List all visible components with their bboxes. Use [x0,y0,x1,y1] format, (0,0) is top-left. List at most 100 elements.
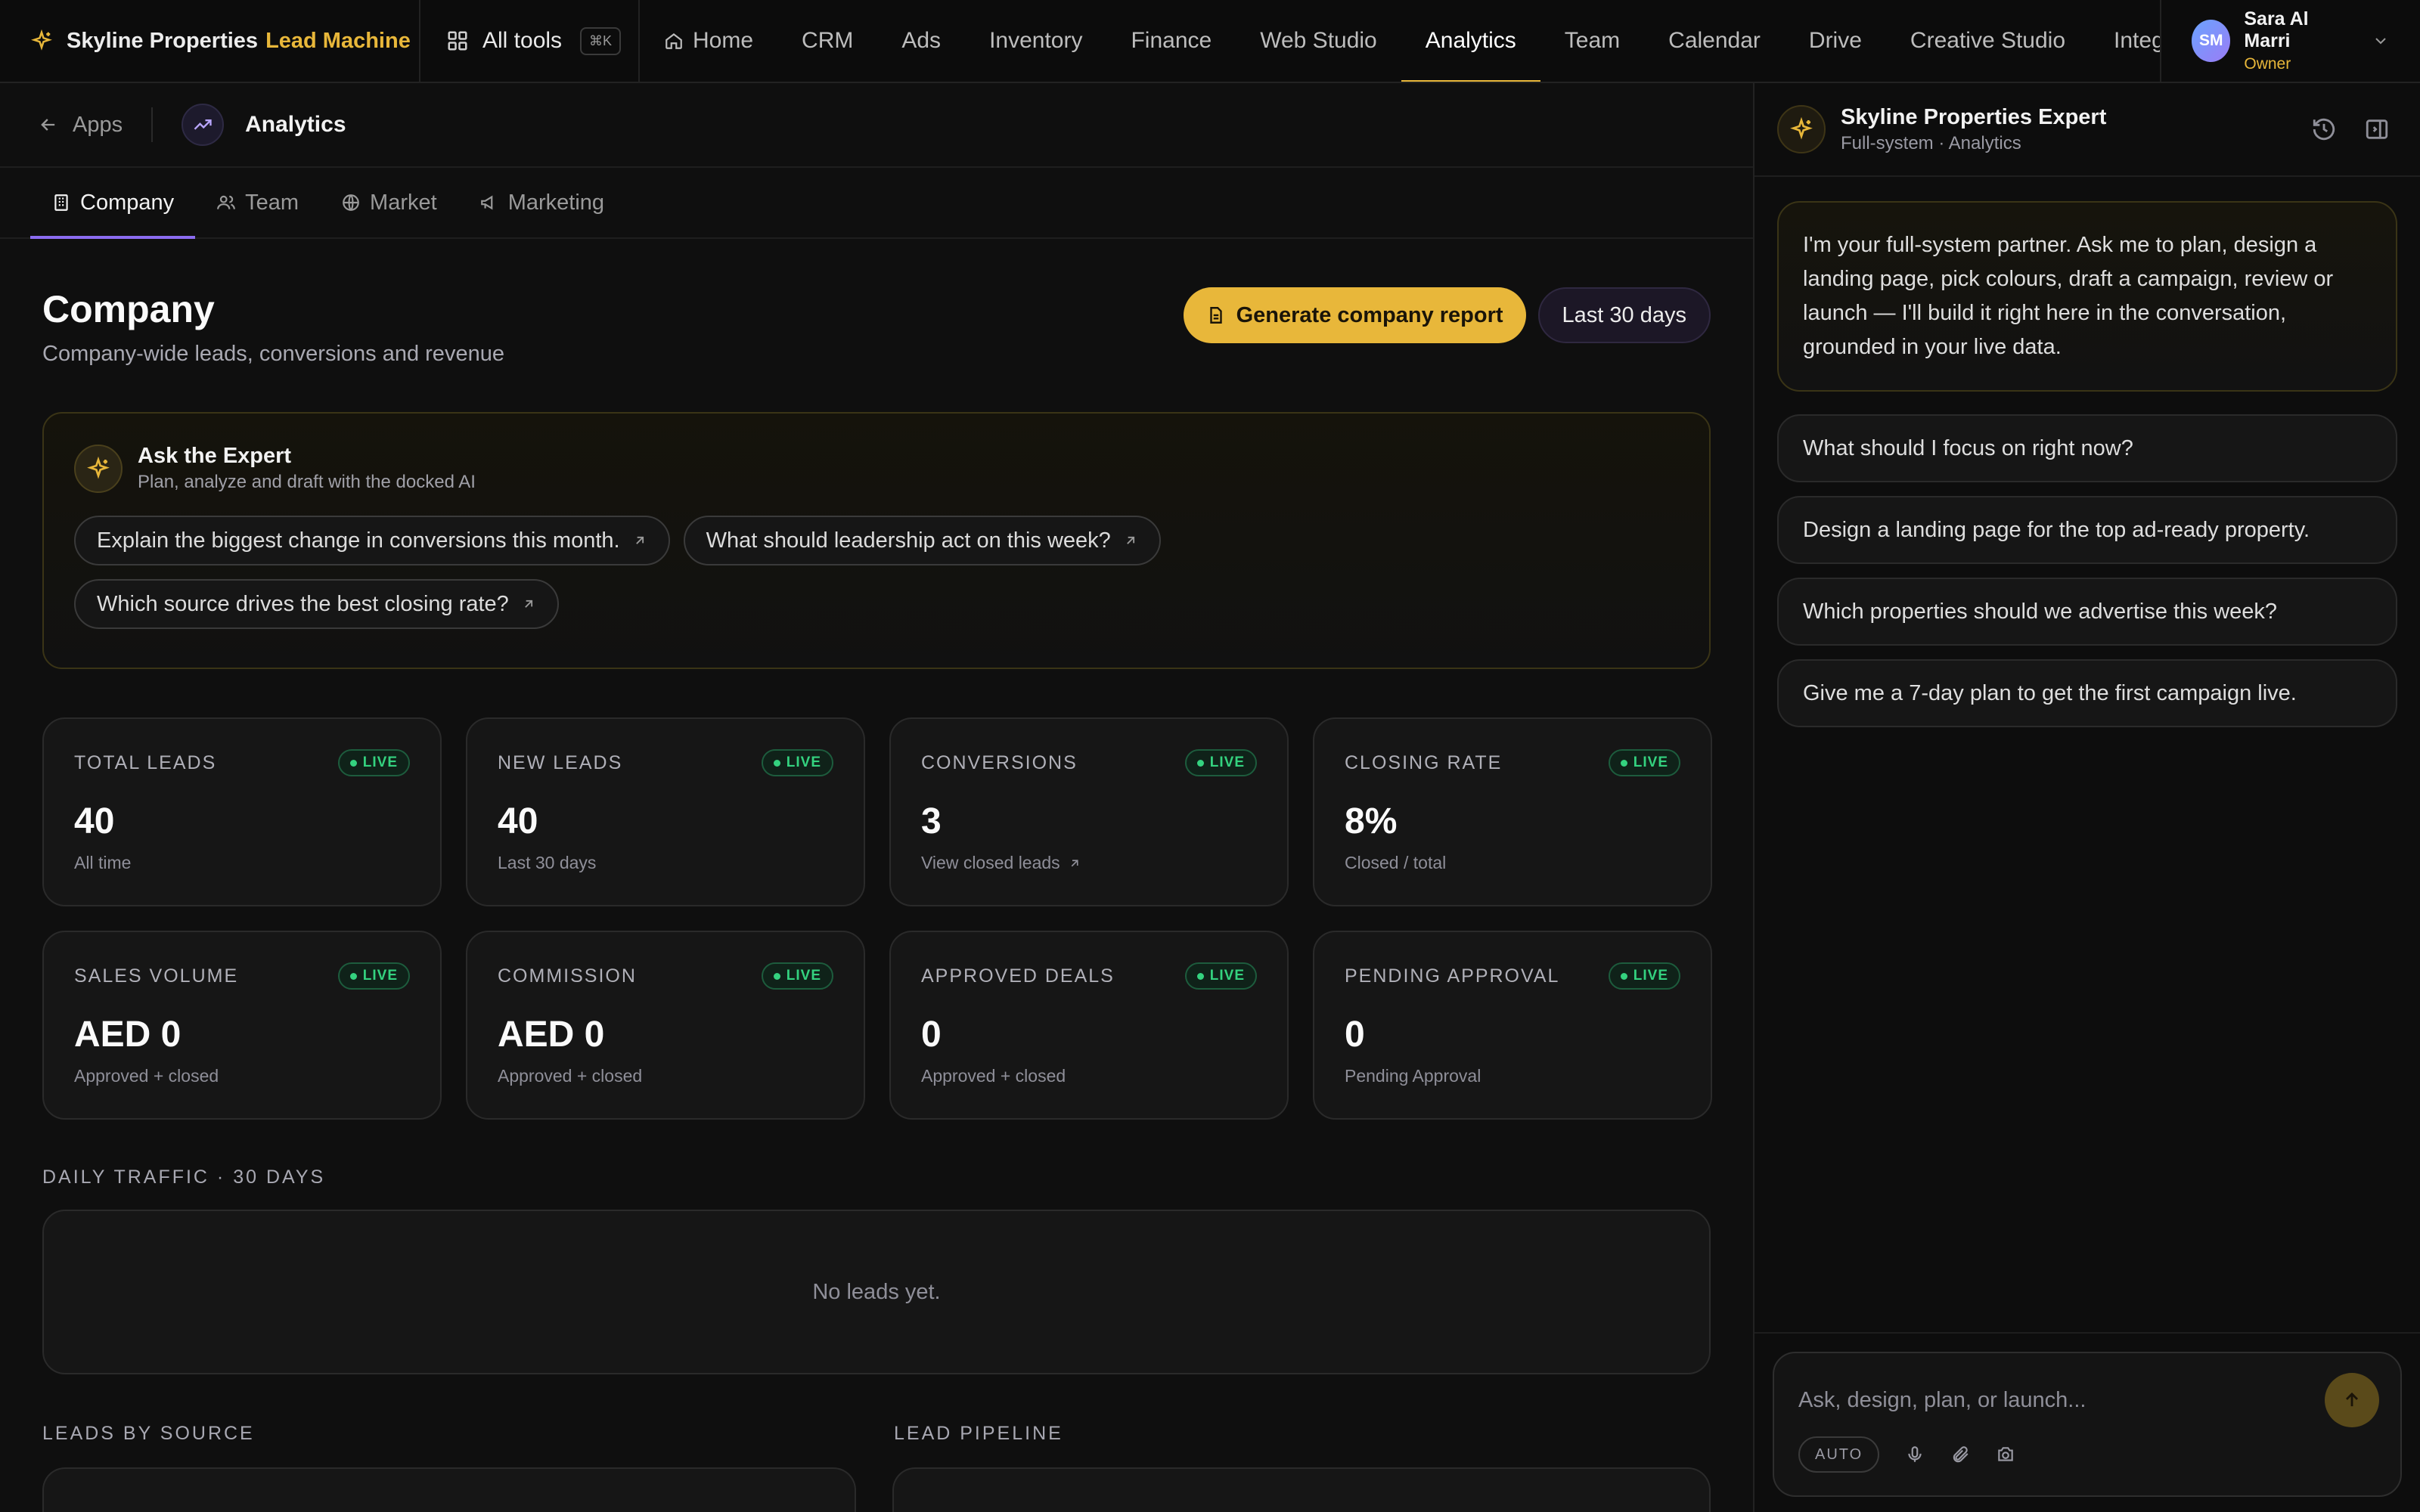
top-navigation: Skyline Properties Lead Machine All tool… [0,0,2420,83]
paperclip-icon[interactable] [1950,1445,1970,1464]
page-title: Company [42,288,215,330]
mode-toggle[interactable]: AUTO [1798,1436,1880,1473]
brand[interactable]: Skyline Properties Lead Machine [0,0,420,82]
live-badge: LIVE [761,962,833,990]
view-closed-leads-link[interactable]: View closed leads [921,853,1257,873]
collapse-panel-icon[interactable] [2364,116,2390,142]
users-icon [216,193,236,212]
document-icon [1206,305,1226,325]
page-content: Company Company-wide leads, conversions … [0,287,1753,1512]
assistant-subtitle: Full-system · Analytics [1841,132,2021,153]
kpi-card-conversions: CONVERSIONS LIVE 3 View closed leads [889,717,1289,906]
tab-team[interactable]: Team [195,168,320,237]
arrow-up-icon [2341,1390,2363,1411]
composer: AUTO [1773,1352,2402,1497]
sparkle-icon [1777,105,1826,153]
live-dot [349,972,357,980]
nav-integrations[interactable]: Integ [2090,0,2161,82]
user-name: Sara Al Marri [2244,8,2309,51]
assistant-conversation: I'm your full-system partner. Ask me to … [1754,177,2420,751]
nav-creative-studio[interactable]: Creative Studio [1886,0,2090,82]
nav-crm[interactable]: CRM [777,0,877,82]
kpi-card-sales-volume: SALES VOLUME LIVE AED 0 Approved + closed [42,931,442,1120]
chat-input[interactable] [1798,1385,2313,1415]
building-icon [51,193,71,212]
arrow-left-icon [38,114,59,135]
kpi-label: CONVERSIONS [921,751,1078,773]
ask-expert-subtitle: Plan, analyze and draft with the docked … [138,472,476,492]
prompt-chip-label: Which source drives the best closing rat… [97,591,509,616]
suggestion-button[interactable]: Which properties should we advertise thi… [1777,578,2397,646]
kpi-label: CLOSING RATE [1345,751,1503,773]
header-actions: Generate company report Last 30 days [1183,287,1711,343]
kpi-card-total-leads: TOTAL LEADS LIVE 40 All time [42,717,442,906]
suggestion-button[interactable]: What should I focus on right now? [1777,414,2397,482]
live-label: LIVE [786,968,821,984]
prompt-chip[interactable]: Explain the biggest change in conversion… [74,516,670,565]
tab-market[interactable]: Market [320,168,458,237]
arrow-up-right-icon [1068,857,1081,870]
kpi-label: NEW LEADS [498,751,623,773]
nav-inventory[interactable]: Inventory [965,0,1106,82]
kpi-note: All time [74,853,410,873]
prompt-chips: Explain the biggest change in conversion… [74,516,1284,629]
user-menu[interactable]: SM Sara Al Marri Owner [2160,0,2420,82]
nav-links: Home CRM Ads Inventory Finance Web Studi… [640,0,2161,82]
kpi-label: PENDING APPROVAL [1345,965,1560,987]
live-label: LIVE [362,968,398,984]
kpi-note-text: Approved + closed [498,1066,643,1086]
nav-drive[interactable]: Drive [1785,0,1886,82]
nav-team[interactable]: Team [1540,0,1644,82]
back-to-apps-link[interactable]: Apps [38,113,123,138]
kpi-note-text: All time [74,853,132,872]
prompt-chip[interactable]: Which source drives the best closing rat… [74,579,559,629]
date-range-button[interactable]: Last 30 days [1537,287,1711,343]
nav-home[interactable]: Home [640,0,777,82]
suggestion-button[interactable]: Design a landing page for the top ad-rea… [1777,496,2397,564]
kpi-value: AED 0 [498,1015,605,1055]
ask-expert-header: Ask the Expert Plan, analyze and draft w… [74,444,1679,493]
kpi-value: 40 [498,801,538,841]
kpi-note: Pending Approval [1345,1066,1680,1086]
bottom-cards [42,1467,1711,1512]
nav-creative-studio-label: Creative Studio [1910,28,2066,53]
suggestion-button[interactable]: Give me a 7-day plan to get the first ca… [1777,659,2397,727]
send-button[interactable] [2325,1373,2379,1427]
live-label: LIVE [1209,754,1245,770]
nav-calendar[interactable]: Calendar [1644,0,1785,82]
live-badge: LIVE [1184,962,1257,990]
assistant-panel: Skyline Properties Expert Full-system · … [1753,83,2420,1512]
prompt-chip[interactable]: What should leadership act on this week? [683,516,1161,565]
ask-expert-title: Ask the Expert [138,444,292,468]
kpi-note-text: Approved + closed [74,1066,219,1086]
assistant-header: Skyline Properties Expert Full-system · … [1754,83,2420,177]
tab-marketing[interactable]: Marketing [458,168,625,237]
all-tools-label: All tools [482,28,563,53]
all-tools-button[interactable]: All tools ⌘K [420,0,640,82]
nav-team-label: Team [1564,28,1621,53]
kpi-value: 8% [1345,801,1398,841]
page-header: Company Company-wide leads, conversions … [42,287,1711,367]
tab-marketing-label: Marketing [507,190,605,215]
globe-icon [341,193,361,212]
camera-icon[interactable] [1996,1445,2015,1464]
lead-pipeline-heading: LEAD PIPELINE [894,1423,1063,1444]
microphone-icon[interactable] [1905,1445,1925,1464]
nav-web-studio[interactable]: Web Studio [1236,0,1401,82]
live-badge: LIVE [761,749,833,776]
nav-analytics[interactable]: Analytics [1401,0,1540,82]
page-subtitle: Company-wide leads, conversions and reve… [42,342,504,366]
generate-report-button[interactable]: Generate company report [1183,287,1526,343]
nav-calendar-label: Calendar [1668,28,1761,53]
leads-by-source-card [42,1467,856,1512]
kpi-note-text: Pending Approval [1345,1066,1481,1086]
nav-analytics-label: Analytics [1425,28,1516,53]
nav-finance-label: Finance [1131,28,1212,53]
nav-crm-label: CRM [802,28,854,53]
history-icon[interactable] [2311,116,2337,142]
kpi-value: 0 [921,1015,942,1055]
nav-finance[interactable]: Finance [1106,0,1236,82]
nav-ads[interactable]: Ads [877,0,965,82]
nav-integrations-label: Integ [2114,28,2161,53]
tab-company[interactable]: Company [30,168,196,239]
